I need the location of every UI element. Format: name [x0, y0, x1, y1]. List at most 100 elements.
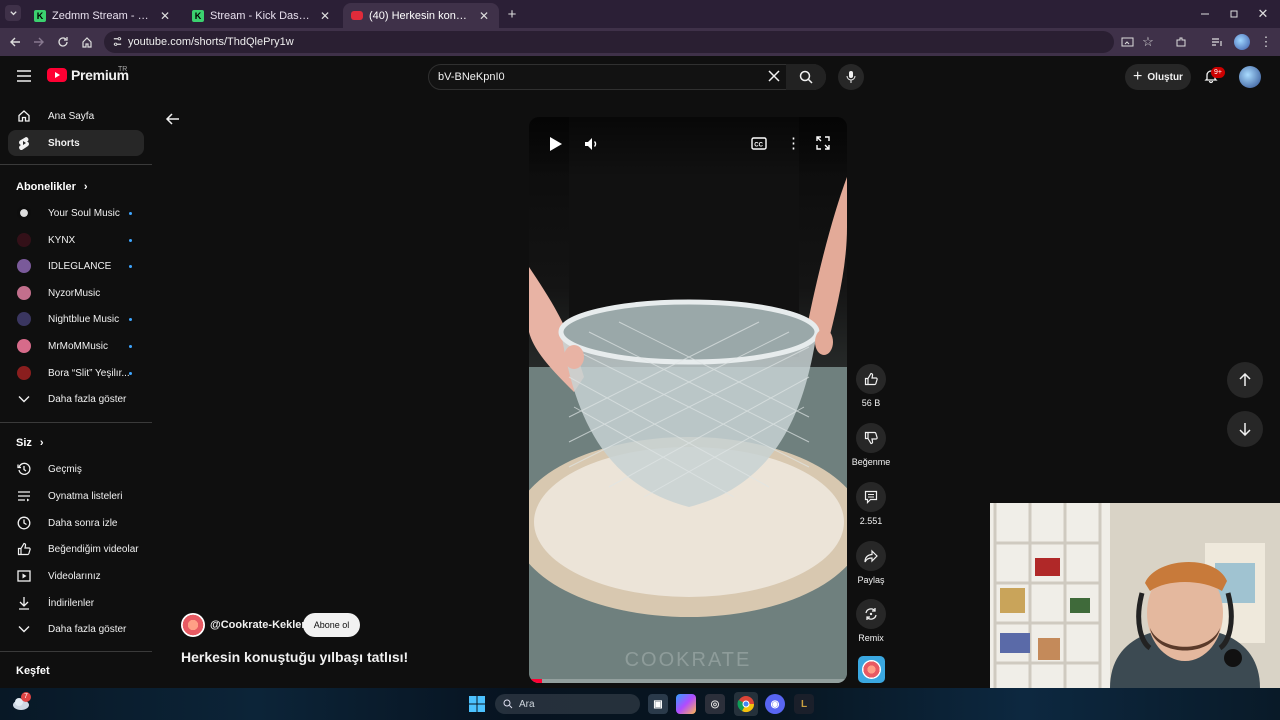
sidebar-sub-your-soul-music[interactable]: Your Soul Music — [8, 200, 144, 226]
new-tab-icon[interactable]: + — [503, 5, 521, 23]
sidebar-show-more-you[interactable]: Daha fazla göster — [8, 616, 144, 642]
your-videos-icon — [16, 568, 32, 584]
url-text: youtube.com/shorts/ThdQlePry1w — [128, 36, 294, 48]
dislike-button[interactable] — [856, 423, 886, 453]
remix-label: Remix — [858, 633, 884, 643]
subscriptions-heading[interactable]: Abonelikler › — [16, 181, 88, 193]
tab-zedmm-stream[interactable]: K Zedmm Stream - Watch Live o ✕ — [26, 3, 180, 28]
next-short-button[interactable] — [1227, 411, 1263, 447]
sidebar-item-liked-videos[interactable]: Beğendiğim videolar — [8, 536, 144, 562]
shorts-icon — [16, 135, 32, 151]
sidebar-item-history[interactable]: Geçmiş — [8, 456, 144, 482]
back-arrow-icon[interactable] — [165, 111, 181, 127]
profile-avatar[interactable] — [1234, 34, 1250, 50]
forward-icon[interactable] — [30, 33, 48, 51]
like-button[interactable] — [856, 364, 886, 394]
channel-avatar[interactable] — [181, 613, 205, 637]
sidebar-sub-kynx[interactable]: KYNX — [8, 227, 144, 253]
sidebar-item-home[interactable]: Ana Sayfa — [8, 103, 144, 129]
svg-text:CC: CC — [754, 143, 763, 149]
youtube-icon — [351, 11, 363, 20]
sidebar-show-more-subs[interactable]: Daha fazla göster — [8, 386, 144, 412]
cast-icon[interactable] — [1118, 33, 1136, 51]
more-options-icon[interactable]: ⋮ — [786, 136, 801, 151]
search-icon — [503, 699, 513, 709]
widget-badge: 7 — [21, 692, 31, 702]
home-icon[interactable] — [78, 33, 96, 51]
share-icon — [864, 549, 878, 563]
reload-icon[interactable] — [54, 33, 72, 51]
sidebar-item-label: Daha fazla göster — [48, 393, 127, 405]
close-icon[interactable]: ✕ — [477, 9, 491, 23]
captions-icon[interactable]: CC — [751, 137, 767, 150]
back-icon[interactable] — [6, 33, 24, 51]
address-bar[interactable]: youtube.com/shorts/ThdQlePry1w — [104, 31, 1114, 53]
restore-icon[interactable] — [1225, 5, 1243, 23]
sidebar-sub-bora-slit[interactable]: Bora “Slit” Yeşilır... — [8, 360, 144, 386]
chevron-right-icon: › — [39, 437, 44, 449]
new-content-dot — [129, 238, 132, 242]
share-button[interactable] — [856, 541, 886, 571]
sound-thumbnail[interactable] — [858, 656, 885, 683]
discord-icon[interactable]: ◉ — [765, 694, 785, 714]
sidebar-sub-idleglance[interactable]: IDLEGLANCE — [8, 253, 144, 279]
minimize-icon[interactable] — [1196, 5, 1214, 23]
sidebar-sub-nyzormusic[interactable]: NyzorMusic — [8, 280, 144, 306]
chevron-down-icon — [16, 391, 32, 407]
youtube-logo[interactable]: Premium — [47, 67, 129, 83]
game-launcher-icon[interactable]: L — [794, 694, 814, 714]
close-icon[interactable]: ✕ — [158, 9, 172, 23]
steam-icon[interactable]: ◎ — [705, 694, 725, 714]
subscribe-button[interactable]: Abone ol — [303, 613, 360, 637]
sidebar-sub-mrmommusic[interactable]: MrMoMMusic — [8, 333, 144, 359]
taskbar-search[interactable]: Ara — [495, 694, 640, 714]
short-video-player[interactable]: CC ⋮ COOKRATE — [529, 117, 847, 683]
progress-fill — [529, 679, 542, 683]
sidebar-sub-nightblue-music[interactable]: Nightblue Music — [8, 306, 144, 332]
sidebar-item-your-videos[interactable]: Videolarınız — [8, 563, 144, 589]
history-icon — [16, 461, 32, 477]
logo-region: TR — [118, 66, 128, 73]
extensions-icon[interactable] — [1172, 33, 1190, 51]
new-content-dot — [129, 264, 132, 268]
search-button[interactable] — [786, 64, 826, 90]
chrome-taskbar-button[interactable] — [734, 692, 758, 716]
copilot-icon[interactable] — [676, 694, 696, 714]
clear-search-icon[interactable] — [768, 70, 780, 82]
sidebar-item-playlists[interactable]: Oynatma listeleri — [8, 483, 144, 509]
site-info-icon[interactable] — [112, 36, 123, 47]
channel-name[interactable]: @Cookrate-Kekler — [210, 619, 306, 631]
create-button[interactable]: + Oluştur — [1125, 64, 1191, 90]
search-input[interactable] — [438, 67, 758, 87]
bookmark-star-icon[interactable]: ☆ — [1139, 33, 1157, 51]
tab-search-icon[interactable] — [5, 5, 21, 21]
windows-start-icon[interactable] — [469, 696, 485, 712]
hamburger-menu-icon[interactable] — [16, 68, 32, 84]
window-close-icon[interactable]: ✕ — [1254, 5, 1272, 23]
sidebar-item-shorts[interactable]: Shorts — [8, 130, 144, 156]
voice-search-button[interactable] — [838, 64, 864, 90]
sidebar-item-watch-later[interactable]: Daha sonra izle — [8, 510, 144, 536]
new-content-dot — [129, 344, 132, 348]
channel-avatar — [17, 259, 31, 273]
account-avatar[interactable] — [1239, 66, 1261, 88]
tab-kick-dashboard[interactable]: K Stream - Kick Dashboard ✕ — [184, 3, 340, 28]
browser-menu-icon[interactable]: ⋮ — [1257, 33, 1275, 51]
comments-button[interactable] — [856, 482, 886, 512]
remix-button[interactable] — [856, 599, 886, 629]
tab-label: (40) Herkesin konuştuğu yılbaşı — [369, 9, 471, 22]
sidebar-item-downloads[interactable]: İndirilenler — [8, 590, 144, 616]
previous-short-button[interactable] — [1227, 362, 1263, 398]
task-view-icon[interactable]: ▣ — [648, 694, 668, 714]
windows-taskbar — [0, 688, 1280, 720]
fullscreen-icon[interactable] — [816, 136, 830, 150]
progress-track[interactable] — [529, 679, 847, 683]
you-heading[interactable]: Siz › — [16, 437, 44, 449]
close-icon[interactable]: ✕ — [318, 9, 332, 23]
microphone-icon — [846, 71, 856, 83]
sidebar-item-label: Beğendiğim videolar — [48, 543, 139, 555]
volume-icon[interactable] — [584, 136, 600, 152]
tab-youtube-short[interactable]: (40) Herkesin konuştuğu yılbaşı ✕ — [343, 3, 499, 28]
media-control-icon[interactable] — [1208, 33, 1226, 51]
play-icon[interactable] — [549, 136, 563, 152]
